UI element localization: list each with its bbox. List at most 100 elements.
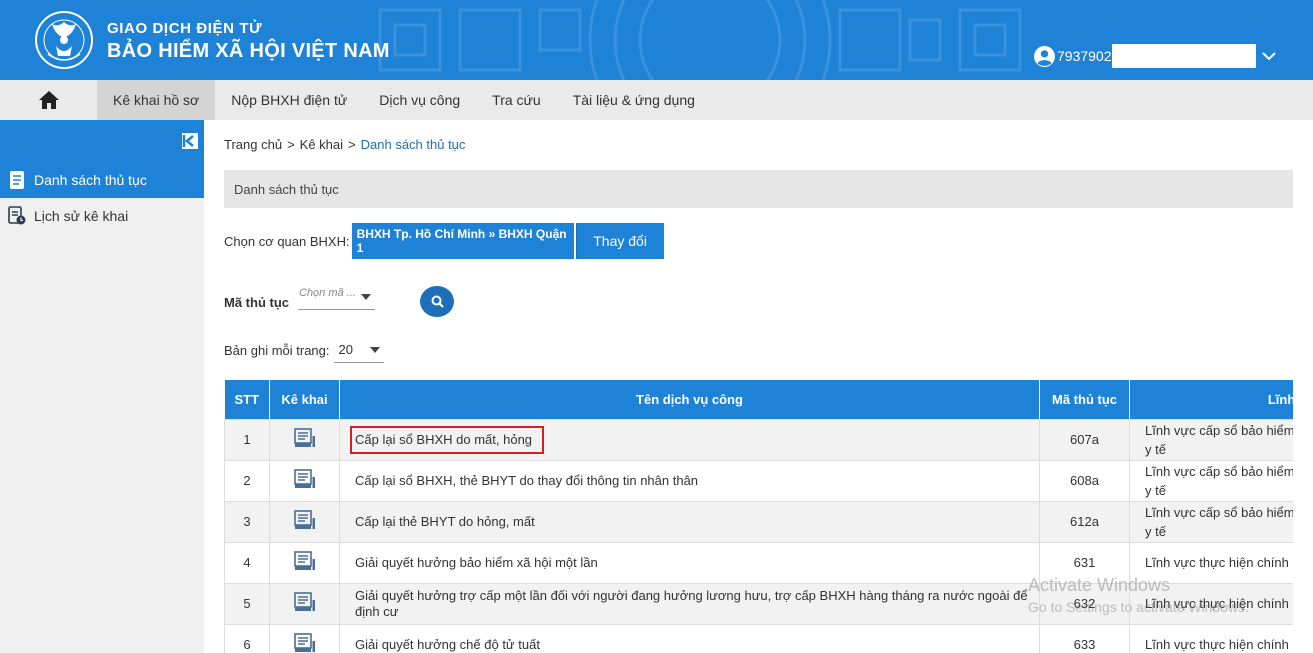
windows-activation-title: Activate Windows xyxy=(1028,575,1171,595)
cell-name: Cấp lại thẻ BHYT do hỏng, mất xyxy=(339,500,1040,543)
field-line2: y tế xyxy=(1145,441,1166,457)
breadcrumb-separator: > xyxy=(287,137,295,152)
history-icon xyxy=(8,206,26,225)
header-ke-khai: Kê khai xyxy=(269,380,340,419)
code-filter: Mã thủ tục Chọn mã ... xyxy=(224,286,375,310)
service-name[interactable]: Cấp lại thẻ BHYT do hỏng, mất xyxy=(355,514,535,529)
cell-name: Giải quyết hưởng chế độ tử tuất xyxy=(339,623,1040,653)
change-agency-button[interactable]: Thay đổi xyxy=(575,223,664,259)
breadcrumb-separator: > xyxy=(348,137,356,152)
per-page-value: 20 xyxy=(338,342,353,357)
cell-code: 612a xyxy=(1039,500,1130,543)
section-title: Danh sách thủ tục xyxy=(234,181,339,197)
collapse-sidebar-icon[interactable] xyxy=(182,133,198,149)
declare-form-icon xyxy=(293,592,315,611)
code-select[interactable]: Chọn mã ... xyxy=(298,286,375,310)
field-line1: Lĩnh vực cấp sổ bảo hiểm xyxy=(1145,463,1293,479)
per-page-select[interactable]: 20 xyxy=(333,337,384,363)
service-name[interactable]: Cấp lại sổ BHXH, thẻ BHYT do thay đổi th… xyxy=(355,473,698,488)
cell-field: Lĩnh vực thực hiện chính xyxy=(1129,623,1293,653)
user-avatar-icon xyxy=(1034,45,1055,67)
nav-ke-khai-ho-so[interactable]: Kê khai hồ sơ xyxy=(97,80,216,120)
field-line1: Lĩnh vực thực hiện chính xyxy=(1145,637,1289,652)
service-name[interactable]: Cấp lại sổ BHXH do mất, hỏng xyxy=(355,432,532,447)
cell-name: Cấp lại sổ BHXH, thẻ BHYT do thay đổi th… xyxy=(339,459,1040,502)
nav-nop-bhxh-dien-tu[interactable]: Nộp BHXH điện tử xyxy=(215,80,363,120)
cell-ke-khai[interactable] xyxy=(269,541,340,584)
header-ten-dich-vu-cong: Tên dịch vụ công xyxy=(339,380,1040,419)
per-page-filter: Bản ghi mỗi trang: 20 xyxy=(224,337,384,363)
field-line1: Lĩnh vực thực hiện chính xyxy=(1145,555,1289,570)
cell-stt: 2 xyxy=(224,459,270,502)
sidebar-item-lich-su-ke-khai[interactable]: Lịch sử kê khai xyxy=(0,198,204,234)
agency-label: Chọn cơ quan BHXH: xyxy=(224,233,350,249)
sidebar-item-label: Danh sách thủ tục xyxy=(34,172,147,188)
cell-code: 608a xyxy=(1039,459,1130,502)
cell-code: 607a xyxy=(1039,418,1130,461)
brand-title: BẢO HIỂM XÃ HỘI VIỆT NAM xyxy=(107,40,390,62)
service-name[interactable]: Giải quyết hưởng bảo hiểm xã hội một lần xyxy=(355,555,598,570)
search-button[interactable] xyxy=(420,286,454,317)
agency-selector: Chọn cơ quan BHXH: BHXH Tp. Hồ Chí Minh … xyxy=(224,223,664,259)
user-menu[interactable]: 7937902 xyxy=(1034,44,1276,68)
user-name-redacted xyxy=(1111,44,1256,68)
declare-form-icon xyxy=(293,428,315,447)
field-line2: y tế xyxy=(1145,482,1166,498)
sidebar: Danh sách thủ tục Lịch sử kê khai xyxy=(0,120,204,653)
breadcrumb-current: Danh sách thủ tục xyxy=(360,137,466,152)
cell-ke-khai[interactable] xyxy=(269,623,340,653)
site-header: GIAO DỊCH ĐIỆN TỬ BẢO HIỂM XÃ HỘI VIỆT N… xyxy=(0,0,1313,80)
dropdown-arrow-icon xyxy=(361,294,371,300)
cell-name: Giải quyết hưởng bảo hiểm xã hội một lần xyxy=(339,541,1040,584)
table-row[interactable]: 3 Cấp lại thẻ BHYT do hỏng, mất 612a Lĩnh v… xyxy=(224,500,1293,543)
vss-logo-icon[interactable] xyxy=(34,10,94,70)
cell-name: Giải quyết hưởng trợ cấp một lần đối với… xyxy=(339,582,1040,625)
nav-dich-vu-cong[interactable]: Dịch vụ công xyxy=(363,80,476,120)
cell-stt: 3 xyxy=(224,500,270,543)
dropdown-arrow-icon xyxy=(369,347,380,353)
cell-field: Lĩnh vực cấp sổ bảo hiểm y tế xyxy=(1129,500,1293,543)
cell-stt: 4 xyxy=(224,541,270,584)
service-name[interactable]: Giải quyết hưởng chế độ tử tuất xyxy=(355,637,540,652)
declare-form-icon xyxy=(293,551,315,570)
cell-name: Cấp lại sổ BHXH do mất, hỏng xyxy=(339,418,1040,461)
table-row[interactable]: 1 Cấp lại sổ BHXH do mất, hỏng 607a Lĩnh vự… xyxy=(224,418,1293,461)
breadcrumb-home[interactable]: Trang chủ xyxy=(224,137,282,152)
header-linh-vuc: Lĩnh v xyxy=(1129,380,1293,419)
cell-stt: 5 xyxy=(224,582,270,625)
cell-ke-khai[interactable] xyxy=(269,582,340,625)
sidebar-item-danh-sach-thu-tuc[interactable]: Danh sách thủ tục xyxy=(0,162,204,198)
main-nav: Kê khai hồ sơ Nộp BHXH điện tử Dịch vụ c… xyxy=(0,80,1313,120)
cell-stt: 1 xyxy=(224,418,270,461)
header-ma-thu-tuc: Mã thủ tục xyxy=(1039,380,1130,419)
nav-home[interactable] xyxy=(0,80,97,120)
table-header-row: STT Kê khai Tên dịch vụ công Mã thủ tục … xyxy=(224,380,1293,419)
code-label: Mã thủ tục xyxy=(224,294,289,310)
field-line1: Lĩnh vực cấp sổ bảo hiểm xyxy=(1145,422,1293,438)
declare-form-icon xyxy=(293,633,315,652)
nav-tai-lieu-ung-dung[interactable]: Tài liệu & ứng dụng xyxy=(557,80,711,120)
chevron-down-icon[interactable] xyxy=(1261,51,1276,61)
cell-ke-khai[interactable] xyxy=(269,418,340,461)
cell-ke-khai[interactable] xyxy=(269,500,340,543)
home-icon xyxy=(38,91,59,109)
search-icon xyxy=(431,295,444,308)
per-page-label: Bản ghi mỗi trang: xyxy=(224,342,330,358)
breadcrumb-ke-khai[interactable]: Kê khai xyxy=(300,137,343,152)
brand-subtitle: GIAO DỊCH ĐIỆN TỬ xyxy=(107,20,263,37)
sidebar-item-label: Lịch sử kê khai xyxy=(34,208,129,224)
document-list-icon xyxy=(10,171,24,189)
user-id: 7937902 xyxy=(1057,48,1112,64)
service-name[interactable]: Giải quyết hưởng trợ cấp một lần đối với… xyxy=(355,588,1028,619)
field-line1: Lĩnh vực cấp sổ bảo hiểm xyxy=(1145,504,1293,520)
declare-form-icon xyxy=(293,469,315,488)
table-row[interactable]: 2 Cấp lại sổ BHXH, thẻ BHYT do thay đổi t… xyxy=(224,459,1293,502)
highlight-box: Cấp lại sổ BHXH do mất, hỏng xyxy=(350,425,545,454)
nav-tra-cuu[interactable]: Tra cứu xyxy=(476,80,557,120)
cell-ke-khai[interactable] xyxy=(269,459,340,502)
cell-code: 633 xyxy=(1039,623,1130,653)
table-row[interactable]: 6 Giải quyết hưởng chế độ tử tuất 633 Lĩnh … xyxy=(224,623,1293,653)
header-pattern xyxy=(378,0,1022,80)
header-stt: STT xyxy=(224,380,270,419)
field-line2: y tế xyxy=(1145,523,1166,539)
